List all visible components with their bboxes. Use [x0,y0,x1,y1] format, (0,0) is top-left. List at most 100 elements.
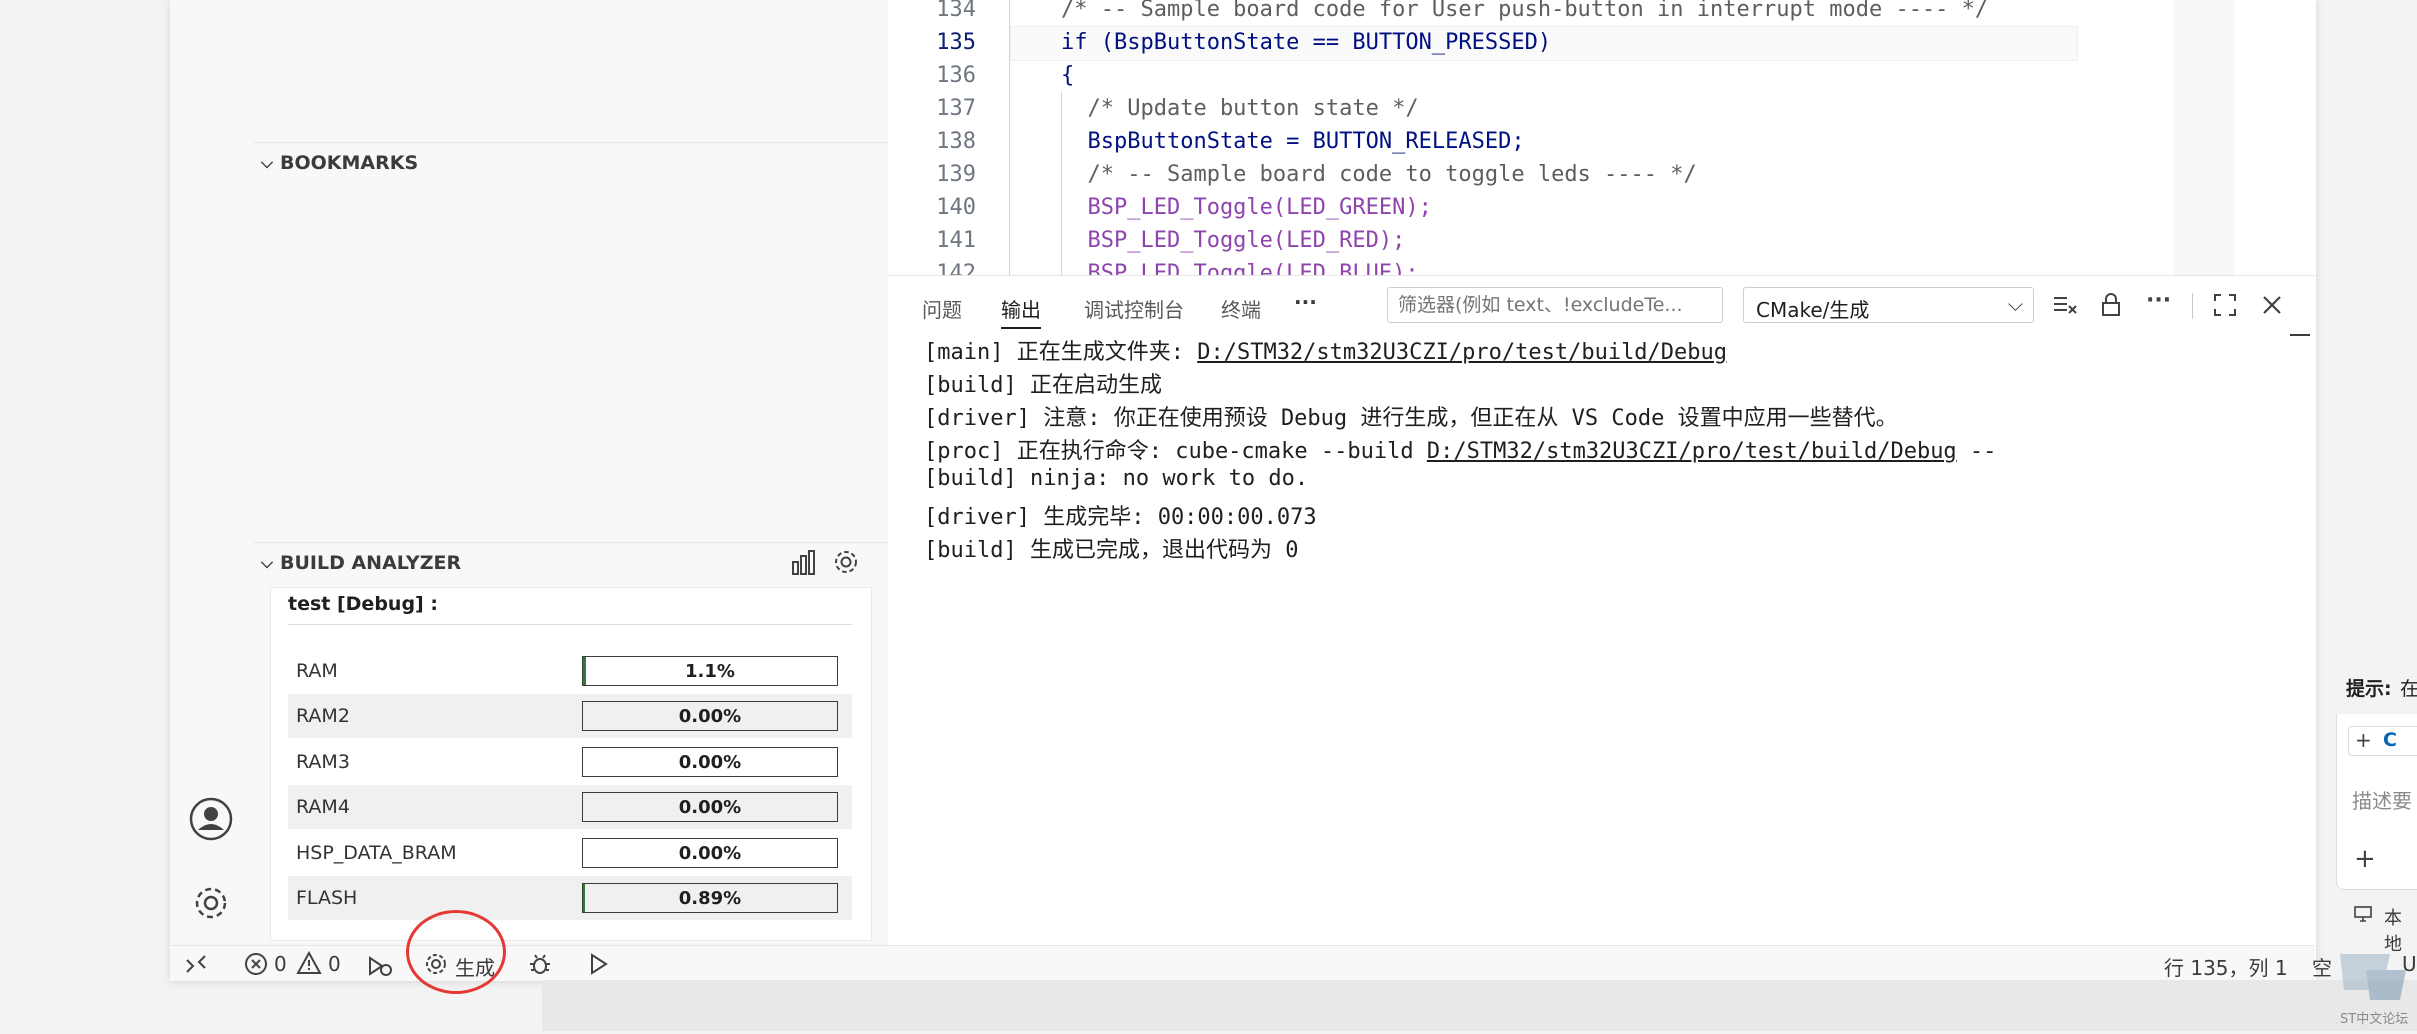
code-text: /* Update button state */ [1061,96,1419,121]
line-number: 141 [936,228,976,253]
chevron-down-icon: ⌵ [2007,292,2023,316]
code-text: if (BspButtonState == BUTTON_PRESSED) [1061,30,1552,55]
close-panel-icon[interactable] [2260,293,2284,317]
code-line[interactable]: 140 BSP_LED_Toggle(LED_GREEN); [888,191,2188,224]
memory-row: HSP_DATA_BRAM 0.00% [288,831,852,875]
warning-count[interactable]: 0 [328,952,341,976]
memory-usage-bar: 0.00% [582,746,838,777]
bookmarks-section-header[interactable]: ⌵ BOOKMARKS [254,145,854,181]
error-count[interactable]: 0 [274,952,287,976]
code-line[interactable]: 142 BSP_LED_Toggle(LED_BLUE); [888,257,2188,275]
clear-output-icon[interactable] [2052,292,2078,318]
divider [288,624,852,625]
output-channel-value: CMake/生成 [1756,298,1870,322]
memory-row: FLASH 0.89% [288,876,852,920]
build-analyzer-title: BUILD ANALYZER [280,552,462,574]
memory-usage-bar: 1.1% [582,656,838,686]
lock-icon[interactable] [2098,292,2124,318]
output-text: [main] 正在生成文件夹: [924,340,1198,365]
warning-icon[interactable] [296,951,322,975]
desktop-strip [542,980,2417,1031]
line-number: 140 [936,195,976,220]
code-editor[interactable]: 134 /* -- Sample board code for User push… [888,0,2315,275]
code-line[interactable]: 141 BSP_LED_Toggle(LED_RED); [888,224,2188,257]
describe-placeholder[interactable]: 描述要 [2352,785,2412,814]
line-number: 137 [936,96,976,121]
code-text: BSP_LED_Toggle(LED_GREEN); [1061,195,1432,220]
run-task-icon[interactable] [366,952,394,978]
error-icon[interactable] [244,952,268,976]
divider [254,542,888,543]
settings-gear-icon[interactable] [190,882,232,924]
more-tabs-button[interactable]: ··· [1294,290,1317,314]
memory-region-name: RAM4 [296,796,350,819]
line-number: 139 [936,162,976,187]
bookmarks-title: BOOKMARKS [280,152,419,174]
code-line[interactable]: 138 BspButtonState = BUTTON_RELEASED; [888,125,2188,158]
plus-icon[interactable]: + [2354,844,2376,874]
code-line[interactable]: 134 /* -- Sample board code for User push… [888,0,2188,26]
tab-debug-console[interactable]: 调试控制台 [1084,294,1184,323]
output-line: [driver] 生成完毕: 00:00:00.073 [924,499,1317,531]
code-text: BSP_LED_Toggle(LED_RED); [1061,228,1406,253]
hint-label: 提示: [2346,678,2392,700]
code-line[interactable]: 139 /* -- Sample board code to toggle le… [888,158,2188,191]
code-line[interactable]: 137 /* Update button state */ [888,92,2188,125]
memory-usage-bar: 0.00% [582,792,838,823]
output-path-link[interactable]: D:/STM32/stm32U3CZI/pro/test/build/Debug [1427,439,1957,464]
memory-usage-value: 0.00% [678,751,742,773]
account-icon[interactable] [188,796,234,842]
memory-row: RAM2 0.00% [288,694,852,739]
output-text: [driver] 注意: 你正在使用预设 Debug 进行生成，但正在从 VS … [924,406,1898,431]
memory-region-name: RAM2 [296,705,350,728]
chevron-down-icon: ⌵ [260,553,274,572]
build-analyzer-section-header[interactable]: ⌵ BUILD ANALYZER [254,545,854,581]
remote-icon[interactable] [184,952,208,976]
code-text: /* -- Sample board code for User push-bu… [1061,0,1989,22]
memory-usage-value: 0.00% [678,842,742,864]
output-text: [driver] 生成完毕: 00:00:00.073 [924,505,1317,530]
code-line[interactable]: 136 { [888,59,2188,92]
line-number: 142 [936,261,976,275]
memory-usage-value: 1.1% [685,661,735,682]
line-number: 138 [936,129,976,154]
code-text: { [1061,63,1075,88]
output-text-suffix: -- [1956,439,1997,464]
maximize-panel-icon[interactable] [2213,293,2237,317]
add-context-button[interactable]: + C [2348,726,2417,756]
line-number: 135 [936,30,976,55]
more-actions-icon[interactable]: ··· [2146,288,2171,313]
output-path-link[interactable]: D:/STM32/stm32U3CZI/pro/test/build/Debug [1197,340,1727,365]
tab-problems[interactable]: 问题 [922,294,962,323]
output-line: [driver] 注意: 你正在使用预设 Debug 进行生成，但正在从 VS … [924,400,1898,432]
monitor-icon [2354,906,2372,922]
cursor-position[interactable]: 行 135，列 1 [2164,952,2288,981]
output-text: [build] 正在启动生成 [924,373,1162,398]
run-icon[interactable] [586,952,610,976]
code-text: BSP_LED_Toggle(LED_BLUE); [1061,261,1419,275]
memory-row: RAM 1.1% [288,649,852,693]
memory-usage-bar: 0.00% [582,837,838,868]
memory-usage-bar: 0.00% [582,701,838,732]
output-text: [build] ninja: no work to do. [924,466,1309,491]
memory-row: RAM3 0.00% [288,740,852,784]
output-channel-select[interactable]: CMake/生成 ⌵ [1743,287,2034,323]
output-line: [main] 正在生成文件夹: D:/STM32/stm32U3CZI/pro/… [924,334,1727,366]
output-filter-input[interactable] [1387,287,1723,323]
tab-terminal[interactable]: 终端 [1221,294,1261,323]
plus-icon: + [2355,728,2372,752]
bottom-panel: 问题 输出 调试控制台 终端 ··· CMake/生成 ⌵ ··· [main]… [888,275,2315,946]
tab-output[interactable]: 输出 [1001,294,1041,329]
code-text: /* -- Sample board code to toggle leds -… [1061,162,1697,187]
code-line[interactable]: 135 if (BspButtonState == BUTTON_PRESSED) [888,26,2188,59]
code-text: BspButtonState = BUTTON_RELEASED; [1061,129,1525,154]
watermark-text: ST中文论坛 [2340,1012,2409,1027]
activity-bar [170,0,255,945]
bar-chart-icon[interactable] [790,550,818,576]
debug-icon[interactable] [528,952,552,976]
memory-usage-value: 0.89% [678,888,742,909]
line-number: 134 [936,0,976,22]
memory-region-name: RAM [296,660,338,682]
output-line: [proc] 正在执行命令: cube-cmake --build D:/STM… [924,433,1996,465]
settings-gear-icon[interactable] [832,548,860,576]
